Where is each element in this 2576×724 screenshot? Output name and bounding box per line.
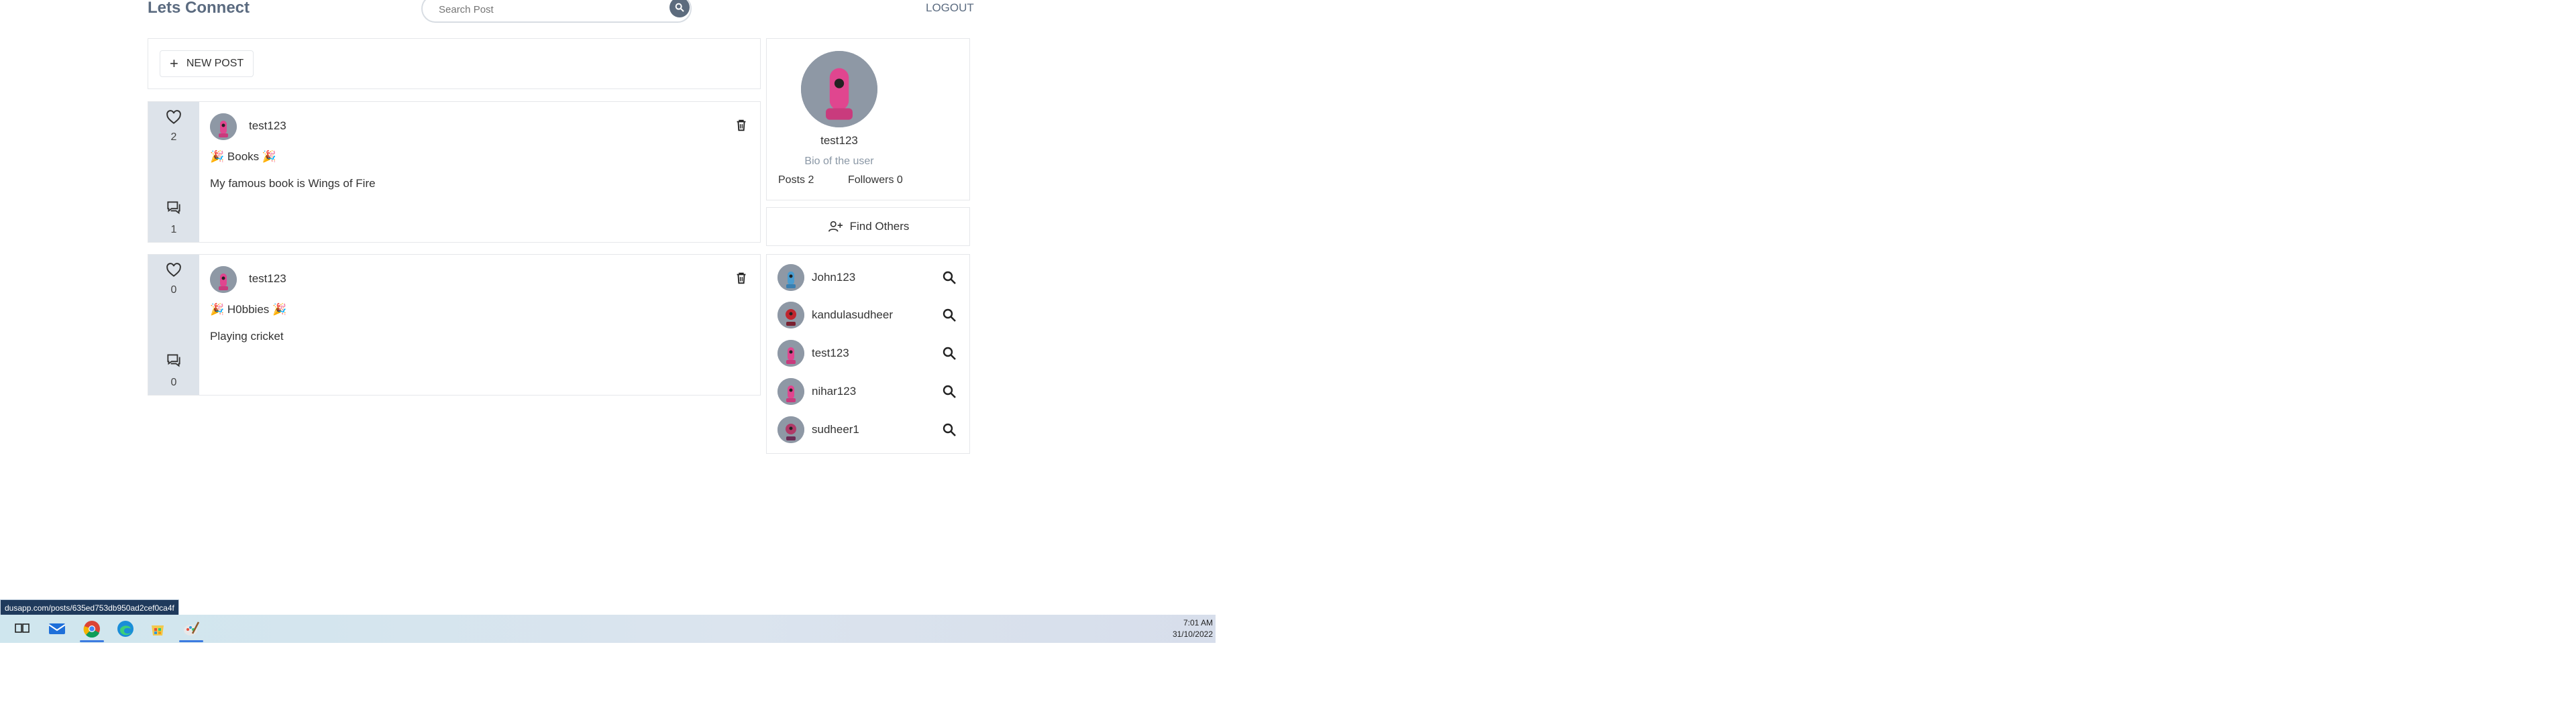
search-icon[interactable] xyxy=(941,345,957,361)
profile-bio: Bio of the user xyxy=(804,156,874,167)
comment-count: 1 xyxy=(170,224,177,235)
like-count: 2 xyxy=(170,131,177,143)
system-clock[interactable]: 7:01 AM 31/10/2022 xyxy=(1159,617,1213,640)
post-topic-label: Books xyxy=(227,150,260,163)
list-item[interactable]: nihar123 xyxy=(777,375,960,408)
profile-avatar xyxy=(801,51,877,127)
post-action-column: 0 0 xyxy=(148,255,199,395)
add-person-icon xyxy=(828,221,843,232)
avatar xyxy=(777,416,804,443)
find-others-button[interactable]: Find Others xyxy=(766,207,970,246)
post-topic: 🎉 Books 🎉 xyxy=(210,150,276,164)
user-name: kandulasudheer xyxy=(812,308,893,321)
party-popper-icon: 🎉 xyxy=(210,303,225,316)
list-item[interactable]: sudheer1 xyxy=(777,414,960,446)
user-name: test123 xyxy=(812,347,849,359)
store-icon[interactable] xyxy=(148,619,168,639)
post-topic-label: H0bbies xyxy=(227,303,270,316)
avatar xyxy=(777,302,804,328)
user-name: John123 xyxy=(812,271,856,284)
new-post-label: NEW POST xyxy=(186,58,244,69)
chrome-icon[interactable] xyxy=(82,619,102,639)
paint-icon[interactable] xyxy=(181,619,201,639)
list-item[interactable]: kandulasudheer xyxy=(777,299,960,331)
like-count: 0 xyxy=(170,284,177,296)
profile-name: test123 xyxy=(820,134,858,147)
comment-count: 0 xyxy=(170,377,177,388)
heart-icon[interactable] xyxy=(165,109,182,126)
heart-icon[interactable] xyxy=(165,261,182,279)
search-box[interactable] xyxy=(421,0,692,23)
post-card: 2 1 test123 🎉 Books 🎉 My famous book is … xyxy=(148,101,761,243)
avatar[interactable] xyxy=(210,266,237,293)
avatar xyxy=(777,378,804,405)
find-others-content: Find Others xyxy=(767,208,969,245)
app-brand[interactable]: Lets Connect xyxy=(148,0,250,17)
clock-time: 7:01 AM xyxy=(1183,618,1213,627)
party-popper-icon: 🎉 xyxy=(262,150,277,163)
avatar xyxy=(777,340,804,367)
taskbar: 7:01 AM 31/10/2022 xyxy=(0,615,1216,643)
search-icon[interactable] xyxy=(941,422,957,438)
post-author[interactable]: test123 xyxy=(249,119,286,133)
plus-icon: + xyxy=(170,55,178,72)
user-name: nihar123 xyxy=(812,385,857,398)
robot-avatar-icon xyxy=(777,264,804,291)
user-name: sudheer1 xyxy=(812,423,859,436)
party-popper-icon: 🎉 xyxy=(210,150,225,163)
comment-icon[interactable] xyxy=(165,198,182,216)
status-url-tooltip: dusapp.com/posts/635ed753db950ad2cef0ca4… xyxy=(0,599,179,615)
task-view-icon[interactable] xyxy=(12,619,32,639)
active-app-indicator xyxy=(179,640,203,642)
search-icon[interactable] xyxy=(941,269,957,286)
search-icon[interactable] xyxy=(941,307,957,323)
logout-button[interactable]: LOGOUT xyxy=(926,1,974,15)
robot-avatar-icon xyxy=(210,266,237,293)
robot-avatar-icon xyxy=(210,113,237,140)
search-icon xyxy=(675,3,684,12)
find-others-label: Find Others xyxy=(849,220,910,233)
new-post-panel: + NEW POST xyxy=(148,38,761,89)
search-button[interactable] xyxy=(669,0,690,17)
post-topic: 🎉 H0bbies 🎉 xyxy=(210,303,286,316)
robot-avatar-icon xyxy=(777,378,804,405)
trash-icon[interactable] xyxy=(734,118,749,133)
new-post-button[interactable]: + NEW POST xyxy=(160,50,254,77)
avatar xyxy=(777,264,804,291)
comment-icon[interactable] xyxy=(165,351,182,369)
robot-avatar-icon xyxy=(777,416,804,443)
avatar[interactable] xyxy=(210,113,237,140)
edge-icon[interactable] xyxy=(115,619,136,639)
post-action-column: 2 1 xyxy=(148,102,199,242)
active-app-indicator xyxy=(80,640,104,642)
post-body: Playing cricket xyxy=(210,330,284,343)
search-input[interactable] xyxy=(437,0,655,19)
trash-icon[interactable] xyxy=(734,271,749,286)
list-item[interactable]: John123 xyxy=(777,261,960,294)
post-card: 0 0 test123 🎉 H0bbies 🎉 Playing cricket xyxy=(148,254,761,396)
followers-count[interactable]: Followers 0 xyxy=(848,174,903,186)
search-icon[interactable] xyxy=(941,383,957,400)
mail-icon[interactable] xyxy=(47,619,67,639)
list-item[interactable]: test123 xyxy=(777,337,960,369)
post-body: My famous book is Wings of Fire xyxy=(210,177,376,190)
post-author[interactable]: test123 xyxy=(249,272,286,286)
party-popper-icon: 🎉 xyxy=(272,303,287,316)
profile-card: test123 Bio of the user Posts 2 Follower… xyxy=(766,38,970,200)
posts-count: Posts 2 xyxy=(778,174,814,186)
clock-date: 31/10/2022 xyxy=(1172,629,1213,639)
users-list: John123 kandulasudheer test123 nihar123 … xyxy=(766,254,970,454)
robot-avatar-icon xyxy=(801,51,877,127)
robot-avatar-icon xyxy=(777,302,804,328)
robot-avatar-icon xyxy=(777,340,804,367)
